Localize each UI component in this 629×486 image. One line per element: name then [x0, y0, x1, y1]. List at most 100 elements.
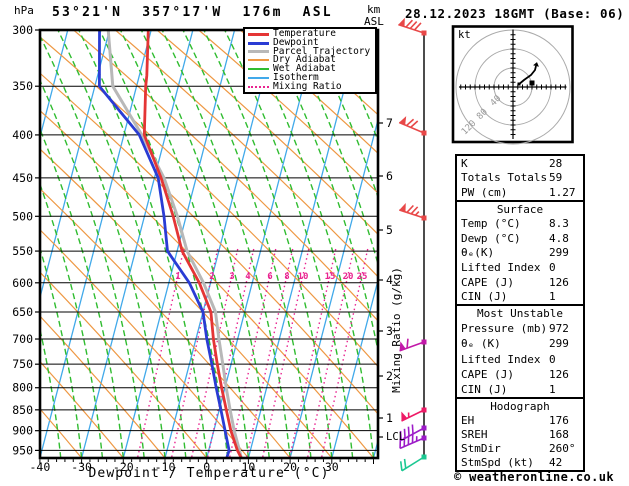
stat-label: Pressure (mb) — [461, 322, 548, 336]
stat-value: 0 — [549, 352, 556, 366]
stat-value: 1 — [549, 290, 556, 304]
stat-box-header: Most Unstable — [476, 307, 564, 321]
pressure-tick-label: 600 — [12, 276, 33, 290]
stat-value: 972 — [549, 322, 569, 336]
stat-value: 299 — [549, 337, 569, 351]
stat-box-indices: K 28 Totals Totals 59 PW (cm) 1.27 — [455, 154, 585, 202]
pressure-tick-label: 300 — [12, 23, 33, 37]
stat-box-hodograph: Hodograph EH 176 SREH 168 StmDir 260° StmSpd (k… — [455, 397, 585, 472]
stat-row: StmSpd (kt) 42 — [457, 456, 583, 469]
legend-line-sample — [248, 32, 269, 36]
stat-label: SREH — [461, 427, 488, 441]
km-tick-label: 7 — [386, 116, 393, 130]
stat-label: Lifted Index — [461, 261, 541, 275]
stat-label: EH — [461, 413, 475, 427]
stat-row: K 28 — [457, 157, 583, 170]
copyright: © weatheronline.co.uk — [453, 470, 615, 484]
stat-value: 42 — [549, 456, 563, 470]
stat-row: CIN (J) 1 — [457, 383, 583, 396]
stat-value: 176 — [549, 413, 569, 427]
stat-row: Lifted Index 0 — [457, 261, 583, 274]
stat-value: 1.27 — [549, 186, 576, 200]
pressure-tick-label: 350 — [12, 79, 33, 93]
mixing-ratio-value: 1 — [175, 272, 180, 282]
mixing-ratio-value: 8 — [284, 272, 289, 282]
pressure-tick-label: 850 — [12, 403, 33, 417]
stat-value: 0 — [549, 261, 556, 275]
stat-label: CAPE (J) — [461, 367, 514, 381]
stat-label: Dewp (°C) — [461, 231, 521, 245]
legend-line-sample — [248, 68, 269, 71]
datetime-label: 28.12.2023 18GMT (Base: 06) — [405, 6, 625, 21]
stat-box-most-unstable: Most Unstable Pressure (mb) 972 θₑ (K) 299 Li… — [455, 304, 585, 399]
stat-label: CAPE (J) — [461, 275, 514, 289]
pressure-tick-label: 950 — [12, 443, 33, 457]
stat-row: EH 176 — [457, 414, 583, 427]
stat-label: Lifted Index — [461, 352, 541, 366]
mixing-ratio-axis-label: Mixing Ratio (g/kg) — [390, 267, 403, 393]
pressure-tick-label: 700 — [12, 332, 33, 346]
km-tick-label: 6 — [386, 169, 393, 183]
stat-value: 59 — [549, 171, 563, 185]
legend-box: Temperature Dewpoint Parcel Trajectory Dry … — [243, 27, 377, 94]
stat-row: Dewp (°C) 4.8 — [457, 232, 583, 245]
stat-label: K — [461, 156, 468, 170]
mixing-ratio-value: 15 — [325, 272, 336, 282]
stat-row: StmDir 260° — [457, 442, 583, 455]
pressure-tick-label: 450 — [12, 171, 33, 185]
pressure-unit-label: hPa — [14, 4, 34, 17]
stat-value: 1 — [549, 382, 556, 396]
stat-value: 28 — [549, 156, 563, 170]
stat-value: 126 — [549, 275, 569, 289]
stat-label: StmSpd (kt) — [461, 456, 534, 470]
stat-label: Temp (°C) — [461, 217, 521, 231]
stat-row: CAPE (J) 126 — [457, 368, 583, 381]
stat-row: θₑ(K) 299 — [457, 246, 583, 259]
stat-value: 299 — [549, 246, 569, 260]
mixing-ratio-value: 2 — [209, 272, 214, 282]
mixing-ratio-value: 20 — [343, 272, 354, 282]
stat-label: Totals Totals — [461, 171, 548, 185]
pressure-tick-label: 800 — [12, 381, 33, 395]
stat-value: 126 — [549, 367, 569, 381]
pressure-tick-label: 650 — [12, 305, 33, 319]
legend-line-sample — [248, 59, 269, 62]
stat-row: Temp (°C) 8.3 — [457, 217, 583, 230]
stat-box-header: Hodograph — [490, 399, 550, 413]
stat-row: Pressure (mb) 972 — [457, 322, 583, 335]
stat-label: StmDir — [461, 442, 501, 456]
stat-row: θₑ (K) 299 — [457, 337, 583, 350]
stat-row: Totals Totals 59 — [457, 171, 583, 184]
x-axis-label: Dewpoint / Temperature (°C) — [88, 466, 330, 481]
stat-row: Lifted Index 0 — [457, 353, 583, 366]
legend-line-sample — [248, 85, 269, 88]
stat-label: PW (cm) — [461, 186, 508, 200]
pressure-tick-label: 750 — [12, 357, 33, 371]
mixing-ratio-value: 4 — [245, 272, 251, 282]
stat-value: 4.8 — [549, 231, 569, 245]
stat-box-surface: Surface Temp (°C) 8.3 Dewp (°C) 4.8 θₑ(K) 299 L… — [455, 200, 585, 306]
pressure-tick-label: 900 — [12, 424, 33, 438]
mixing-ratio-value: 3 — [229, 272, 234, 282]
legend-line-sample — [248, 76, 269, 79]
legend-item: Mixing Ratio — [245, 81, 375, 91]
stat-label: CIN (J) — [461, 290, 508, 304]
pressure-tick-label: 400 — [12, 128, 33, 142]
legend-line-sample — [248, 41, 269, 45]
hodograph-unit-label: kt — [458, 29, 471, 41]
stat-value: 168 — [549, 427, 569, 441]
hodograph-storm-marker — [529, 80, 535, 86]
stat-label: θₑ(K) — [461, 246, 495, 260]
sounding-chart-page: 1 2 3 4 6 8 10 15 20 25 300 350 400 450 500 550 600 650 70… — [0, 0, 629, 486]
stat-box-header: Surface — [496, 202, 544, 216]
mixing-ratio-value: 6 — [267, 272, 272, 282]
stat-row: SREH 168 — [457, 428, 583, 441]
mixing-ratio-value: 10 — [298, 272, 309, 282]
legend-line-sample — [248, 50, 269, 54]
page-title: 53°21'N 357°17'W 176m ASL — [52, 5, 333, 20]
hodograph-origin-dot — [517, 82, 521, 86]
stat-label: CIN (J) — [461, 382, 508, 396]
mixing-ratio-value: 25 — [357, 272, 368, 282]
stat-value: 8.3 — [549, 217, 569, 231]
pressure-tick-label: 550 — [12, 244, 33, 258]
